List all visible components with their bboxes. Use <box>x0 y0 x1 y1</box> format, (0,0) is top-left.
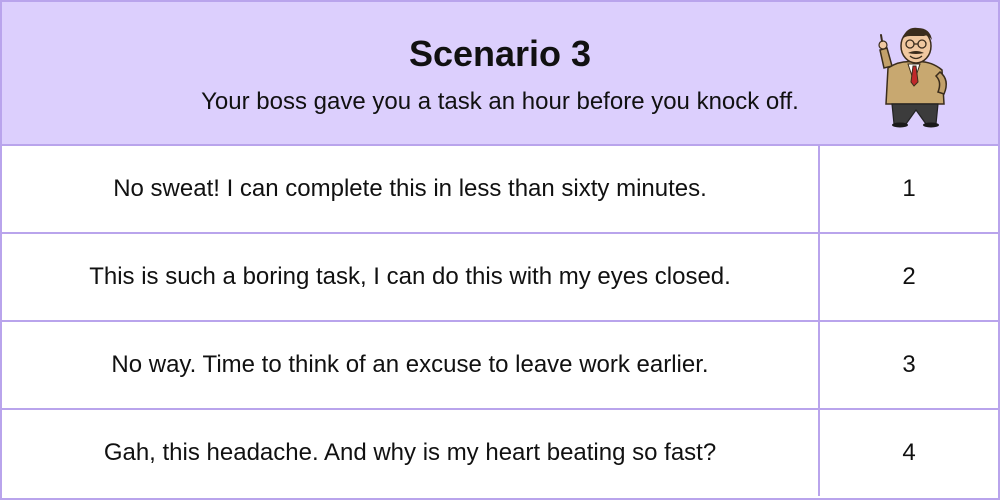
option-number: 2 <box>902 263 916 290</box>
scenario-header: Scenario 3 Your boss gave you a task an … <box>2 2 998 146</box>
option-text: No sweat! I can complete this in less th… <box>2 146 820 232</box>
options-table: No sweat! I can complete this in less th… <box>2 146 998 498</box>
scenario-card: Scenario 3 Your boss gave you a task an … <box>0 0 1000 500</box>
option-text: No way. Time to think of an excuse to le… <box>2 322 820 408</box>
option-row-1[interactable]: No sweat! I can complete this in less th… <box>2 146 998 234</box>
scenario-subtitle: Your boss gave you a task an hour before… <box>201 88 799 115</box>
option-number: 4 <box>902 439 916 466</box>
option-number: 3 <box>902 351 916 378</box>
option-number: 1 <box>902 175 916 202</box>
option-text: This is such a boring task, I can do thi… <box>2 234 820 320</box>
option-row-2[interactable]: This is such a boring task, I can do thi… <box>2 234 998 322</box>
option-text: Gah, this headache. And why is my heart … <box>2 410 820 496</box>
option-row-4[interactable]: Gah, this headache. And why is my heart … <box>2 410 998 498</box>
option-row-3[interactable]: No way. Time to think of an excuse to le… <box>2 322 998 410</box>
boss-cartoon-icon <box>878 27 947 128</box>
scenario-title: Scenario 3 <box>408 33 592 74</box>
